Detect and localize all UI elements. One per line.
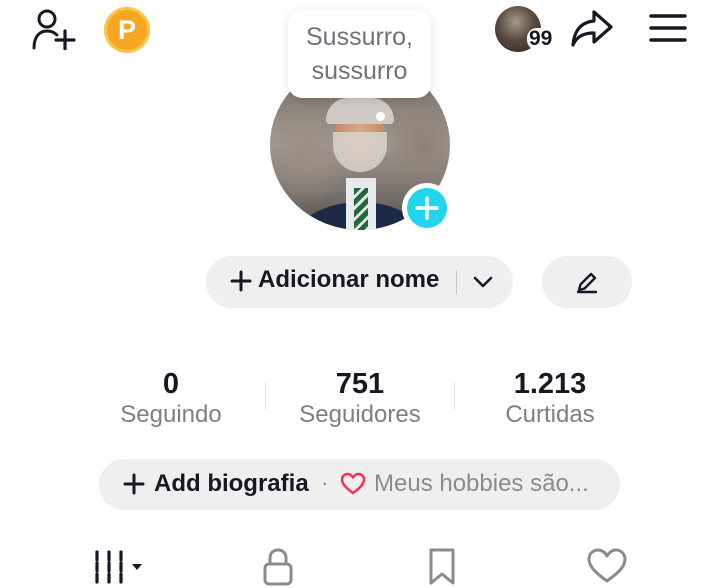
following-count: 0: [162, 368, 180, 400]
likes-label: Curtidas: [505, 401, 595, 428]
followers-count: 751: [335, 368, 385, 400]
name-divider: [456, 270, 457, 294]
stat-divider: [454, 382, 455, 410]
hamburger-icon: [649, 14, 687, 42]
plus-icon: [122, 472, 146, 496]
stat-likes[interactable]: 1.213 Curtidas: [470, 368, 630, 429]
photo-hair: [326, 98, 394, 124]
edit-profile-button[interactable]: [542, 256, 632, 308]
add-user-icon: [32, 9, 76, 50]
add-friend-button[interactable]: [28, 6, 78, 52]
whisper-tooltip[interactable]: Sussurro, sussurro: [288, 10, 431, 98]
share-icon: [571, 10, 613, 47]
add-bio-label: Add biografia: [154, 470, 309, 497]
stat-followers[interactable]: 751 Seguidores: [280, 368, 440, 429]
tab-private[interactable]: [255, 545, 301, 587]
heart-icon: [340, 472, 366, 496]
share-button[interactable]: [568, 6, 616, 50]
tab-videos[interactable]: [88, 545, 150, 587]
tab-liked[interactable]: [584, 545, 630, 587]
followers-label: Seguidores: [299, 401, 421, 428]
add-name-label: Adicionar nome: [258, 266, 440, 293]
likes-count: 1.213: [513, 368, 587, 400]
bio-hint: Meus hobbies são...: [374, 470, 589, 497]
plus-icon: [228, 268, 254, 294]
photo-tie: [354, 188, 368, 230]
bio-separator: ·: [321, 470, 329, 495]
menu-button[interactable]: [646, 8, 690, 48]
grid-icon: [95, 550, 142, 584]
tab-saved[interactable]: [420, 545, 464, 587]
tooltip-line-1: Sussurro,: [306, 23, 413, 51]
profile-viewers-count: 99: [527, 27, 555, 50]
bookmark-icon: [429, 548, 455, 585]
change-photo-button[interactable]: [402, 183, 452, 233]
plus-icon: [407, 188, 447, 228]
coin-icon: P: [117, 15, 136, 45]
following-label: Seguindo: [120, 401, 222, 428]
tooltip-line-2: sussurro: [311, 57, 408, 85]
tooltip-pointer-dot: [376, 112, 385, 121]
chevron-down-icon[interactable]: [470, 270, 496, 294]
pencil-icon: [576, 272, 598, 294]
stat-divider: [265, 382, 266, 410]
stat-following[interactable]: 0 Seguindo: [91, 368, 251, 429]
heart-icon: [587, 548, 627, 583]
coin-button[interactable]: P: [104, 7, 150, 53]
lock-icon: [263, 548, 293, 586]
